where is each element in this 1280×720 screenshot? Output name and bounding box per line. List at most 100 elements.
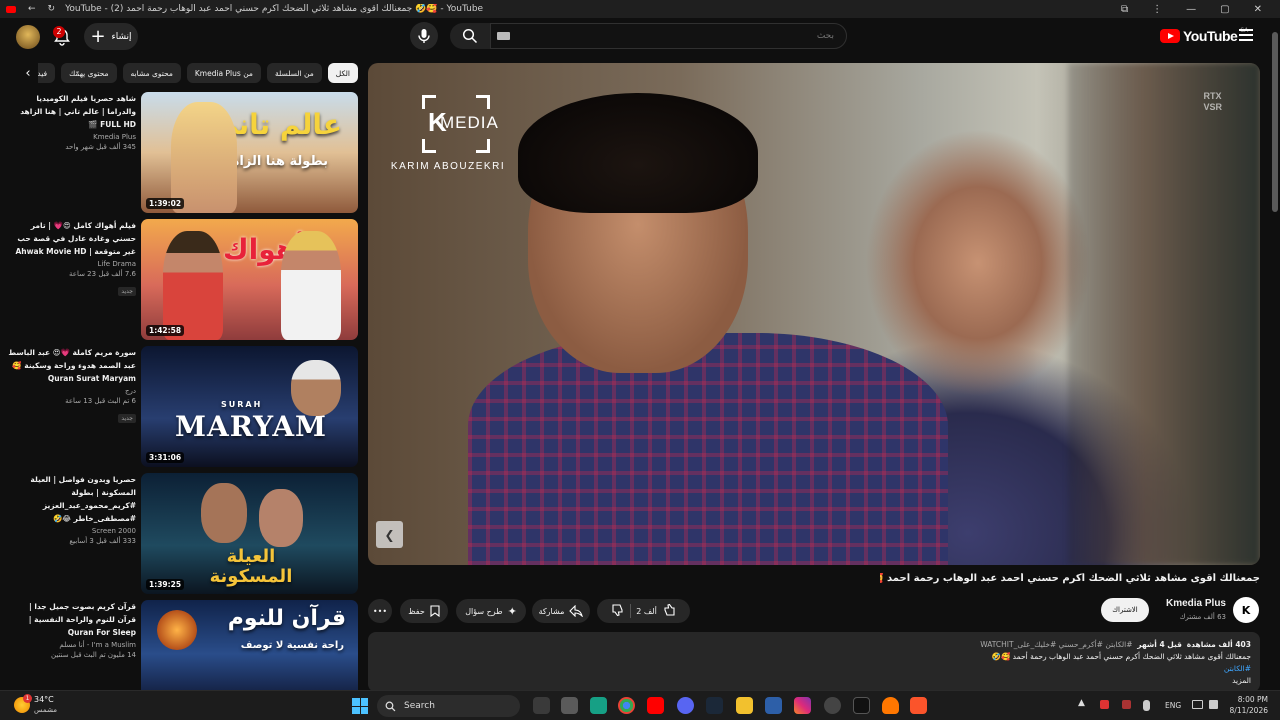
discord-icon[interactable] <box>677 697 694 714</box>
description-meta: 403 ألف مشاهدة قبل 4 أشهر #الكابتن #أكرم… <box>980 640 1251 649</box>
youtube-logo[interactable]: YouTube SA <box>1160 27 1248 44</box>
minimize-button[interactable]: — <box>1186 4 1196 15</box>
settings-icon[interactable] <box>824 697 841 714</box>
chip-related[interactable]: محتوى مشابه <box>122 63 181 83</box>
weather-badge: 1 <box>23 694 32 703</box>
chip-all[interactable]: الكل <box>327 63 358 83</box>
video-thumbnail[interactable]: أهواك 1:42:58 <box>141 219 358 340</box>
window-title: YouTube - (2) جمعنالك أقوى مشاهد ثلاثي ا… <box>65 4 484 14</box>
microphone-tray-icon[interactable] <box>1143 700 1150 711</box>
task-view-icon[interactable] <box>533 697 550 714</box>
share-icon <box>569 605 584 617</box>
recommendation-channel[interactable]: I'm a Muslim - أنا مسلم <box>8 641 136 649</box>
channel-name[interactable]: Kmedia Plus <box>1140 598 1226 609</box>
taskbar-search[interactable]: Search <box>377 695 520 717</box>
recommendation-title[interactable]: قرآن كريم بصوت جميل جدا | قرآن للنوم وال… <box>8 600 136 639</box>
like-divider <box>630 604 632 618</box>
scrollbar-thumb[interactable] <box>1272 32 1278 212</box>
like-count[interactable]: 2 ألف <box>636 607 657 616</box>
create-button[interactable]: + إنشاء <box>84 23 138 50</box>
ask-label: طرح سؤال <box>465 606 503 616</box>
chip-series[interactable]: من السلسلة <box>266 63 322 83</box>
instagram-icon[interactable] <box>794 697 811 714</box>
dislike-button[interactable] <box>611 603 625 619</box>
recommendation-title[interactable]: شاهد حصريا فيلم الكوميديا والدراما | عال… <box>8 92 136 131</box>
app-icon[interactable] <box>765 697 782 714</box>
soundcloud-icon[interactable] <box>882 697 899 714</box>
clock[interactable]: 8:00 PM 8/11/2026 <box>1228 694 1268 716</box>
save-button[interactable]: حفظ <box>400 599 448 623</box>
windows-start-icon[interactable] <box>352 698 368 714</box>
recommendation-item[interactable]: أهواك 1:42:58 فيلم أهواك كامل 😍💗 | تامر … <box>8 219 358 341</box>
steam-icon[interactable] <box>706 697 723 714</box>
chip-channel[interactable]: من Kmedia Plus <box>186 63 261 83</box>
search-button[interactable] <box>450 23 490 49</box>
chip-interest[interactable]: محتوى يهمّك <box>61 63 117 83</box>
like-button[interactable] <box>662 603 676 619</box>
maximize-button[interactable]: ▢ <box>1220 4 1229 15</box>
recommendation-item[interactable]: العيلة المسكونة 1:39:25 حصريا وبدون فواص… <box>8 473 358 595</box>
recommendation-meta: 7.6 ألف قبل 23 ساعة <box>69 270 136 278</box>
chevron-left-icon[interactable]: ‹ <box>18 63 38 83</box>
video-player[interactable]: K MEDIA KARIM ABOUZEKRI RTX VSR ❮ <box>368 63 1260 565</box>
description-hashtag[interactable]: #الكابتن <box>377 663 1251 675</box>
extensions-icon[interactable]: ⧉ <box>1121 4 1128 15</box>
tray-app-icon[interactable] <box>1122 700 1131 709</box>
more-actions-button[interactable]: ••• <box>368 599 392 623</box>
page-scrollbar[interactable] <box>1270 18 1280 690</box>
thumbs-down-icon <box>612 604 623 617</box>
video-thumbnail[interactable]: SURAH MARYAM 3:31:06 <box>141 346 358 467</box>
recommendation-channel[interactable]: Life Drama <box>8 260 136 268</box>
brave-icon[interactable] <box>910 697 927 714</box>
youtube-tab-icon <box>6 5 16 13</box>
input-language[interactable]: ENG <box>1165 701 1181 710</box>
menu-icon[interactable] <box>1239 29 1253 41</box>
previous-video-icon[interactable]: ❮ <box>376 521 403 548</box>
app-icon[interactable] <box>590 697 607 714</box>
thumbs-up-icon <box>664 603 675 616</box>
account-avatar[interactable] <box>16 25 40 49</box>
recommendation-meta: 6 تم البث قبل 13 ساعة <box>65 397 136 405</box>
reload-button[interactable]: ↻ <box>48 4 56 14</box>
weather-temperature[interactable]: 34°C <box>34 695 54 704</box>
youtube-app-icon[interactable] <box>647 697 664 714</box>
video-thumbnail[interactable]: عالم تاني بطولة هنا الزاهد 1:39:02 <box>141 92 358 213</box>
volume-icon[interactable] <box>1209 700 1218 709</box>
video-thumbnail[interactable]: العيلة المسكونة 1:39:25 <box>141 473 358 594</box>
search-input[interactable] <box>490 23 847 49</box>
description-box[interactable]: 403 ألف مشاهدة قبل 4 أشهر #الكابتن #أكرم… <box>368 632 1260 692</box>
recommendation-item[interactable]: SURAH MARYAM 3:31:06 سورة مريم كاملة 💗😍 … <box>8 346 358 468</box>
subscribe-button[interactable]: الاشتراك <box>1101 598 1149 622</box>
display-icon[interactable] <box>1192 700 1203 709</box>
channel-avatar[interactable]: K <box>1233 597 1259 623</box>
ask-button[interactable]: طرح سؤال ✦ <box>456 599 526 623</box>
recommendation-channel[interactable]: Screen 2000 <box>8 527 136 535</box>
file-explorer-icon[interactable] <box>736 697 753 714</box>
chrome-icon[interactable] <box>618 697 635 714</box>
video-thumbnail[interactable]: قرآن للنوم راحة نفسية لا توصف <box>141 600 358 690</box>
recommendation-title[interactable]: سورة مريم كاملة 💗😍 عبد الباسط عبد الصمد … <box>8 346 136 385</box>
back-button[interactable]: ← <box>28 4 36 14</box>
weather-description: مشمس <box>34 706 57 714</box>
video-duration: 3:31:06 <box>146 452 185 463</box>
tray-app-icon[interactable] <box>1100 700 1109 709</box>
browser-menu-icon[interactable]: ⋮ <box>1152 4 1162 15</box>
related-filter-chips: الكل من السلسلة من Kmedia Plus محتوى مشا… <box>18 63 358 85</box>
recommendation-meta: 14 مليون تم البث قبل سنتين <box>51 651 136 659</box>
recommendation-channel[interactable]: Kmedia Plus <box>8 133 136 141</box>
keyboard-icon[interactable] <box>497 32 510 40</box>
description-more[interactable]: المزيد <box>377 675 1251 687</box>
voice-search-button[interactable] <box>410 22 438 50</box>
close-button[interactable]: ✕ <box>1254 4 1262 15</box>
taskbar-search-label: Search <box>404 701 435 711</box>
recommendation-title[interactable]: حصريا وبدون فواصل | العيلة المسكونة | بط… <box>8 473 136 525</box>
recommendation-item[interactable]: قرآن للنوم راحة نفسية لا توصف قرآن كريم … <box>8 600 358 690</box>
recommendation-title[interactable]: فيلم أهواك كامل 😍💗 | تامر حسني وغادة عاد… <box>8 219 136 258</box>
store-icon[interactable] <box>561 697 578 714</box>
recommendation-item[interactable]: عالم تاني بطولة هنا الزاهد 1:39:02 شاهد … <box>8 92 358 214</box>
share-button[interactable]: مشاركة <box>532 599 590 623</box>
tiktok-icon[interactable] <box>853 697 870 714</box>
recommendation-channel[interactable]: درج <box>8 387 136 395</box>
share-label: مشاركة <box>538 606 565 616</box>
tray-overflow-chevron-icon[interactable]: ▲ <box>1078 698 1085 708</box>
